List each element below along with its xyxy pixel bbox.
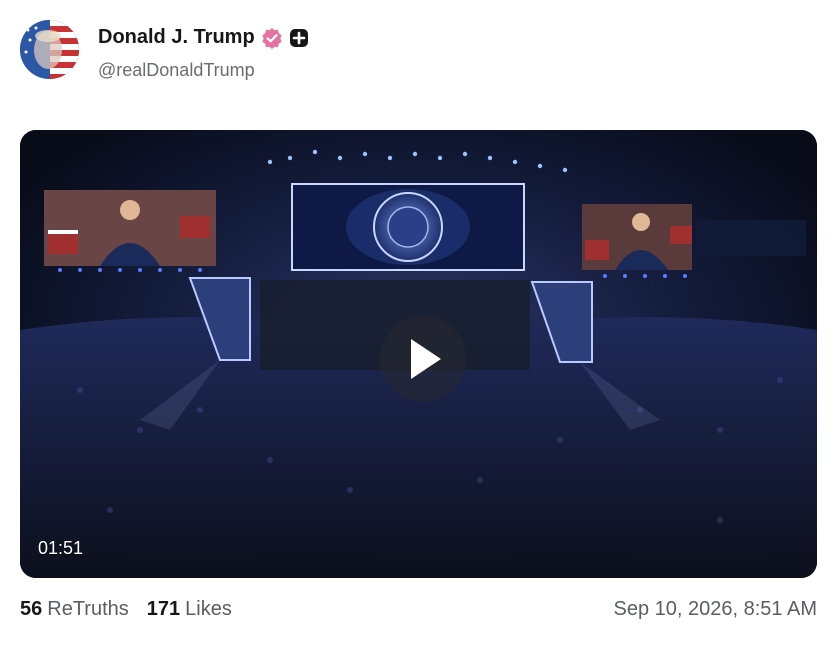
handle[interactable]: @realDonaldTrump <box>98 60 255 81</box>
display-name[interactable]: Donald J. Trump <box>98 26 255 49</box>
plus-badge-icon <box>289 28 309 48</box>
name-row: Donald J. Trump <box>98 26 309 49</box>
likes-label: Likes <box>185 597 232 620</box>
video-player[interactable]: 01:51 <box>20 130 817 578</box>
video-duration: 01:51 <box>38 538 84 558</box>
play-icon <box>411 339 441 379</box>
likes-stat[interactable]: 171 Likes <box>147 598 232 621</box>
retruths-count: 56 <box>20 597 43 620</box>
verified-badge-icon <box>261 27 283 49</box>
avatar[interactable] <box>20 20 79 79</box>
retruths-label: ReTruths <box>47 597 129 620</box>
likes-count: 171 <box>146 597 181 620</box>
post-timestamp[interactable]: Sep 10, 2026, 8:51 AM <box>614 598 818 621</box>
post-header: Donald J. Trump @realDonaldTrump <box>20 20 820 82</box>
retruths-stat[interactable]: 56 ReTruths <box>20 598 129 621</box>
play-button[interactable] <box>380 316 466 402</box>
post-footer: 56 ReTruths 171 Likes Sep 10, 2026, 8:51… <box>20 594 817 624</box>
